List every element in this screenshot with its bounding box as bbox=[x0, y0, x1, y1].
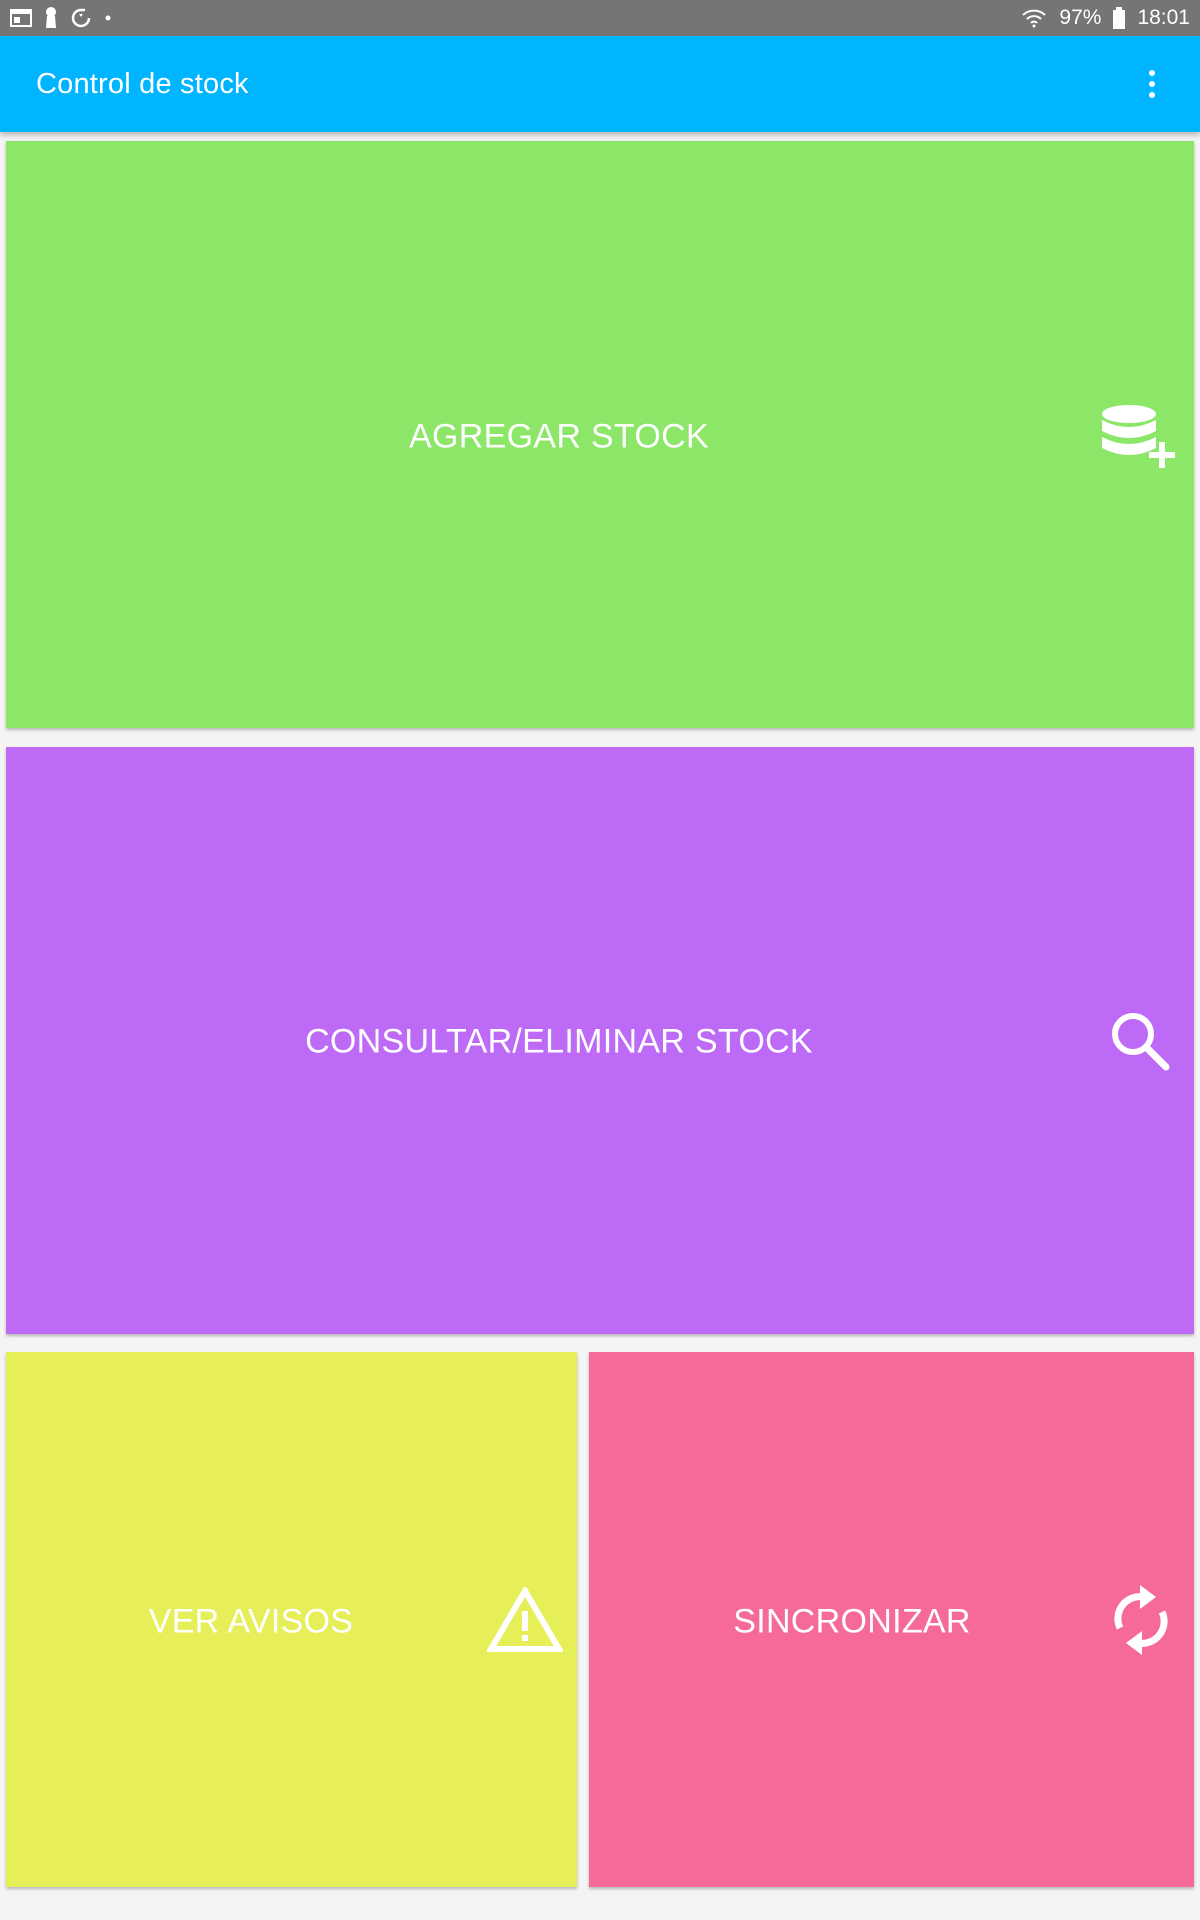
ver-avisos-label: VER AVISOS bbox=[148, 1602, 354, 1641]
sincronizar-label: SINCRONIZAR bbox=[733, 1602, 971, 1641]
status-right-icons: 97% 18:01 bbox=[1021, 6, 1190, 30]
clock: 18:01 bbox=[1137, 6, 1190, 29]
app-bar: Control de stock bbox=[0, 36, 1200, 132]
ver-avisos-button[interactable]: VER AVISOS bbox=[6, 1352, 577, 1887]
database-add-icon bbox=[1099, 404, 1179, 470]
battery-percent: 97% bbox=[1059, 6, 1102, 29]
consultar-eliminar-stock-button[interactable]: CONSULTAR/ELIMINAR STOCK bbox=[6, 747, 1194, 1334]
consultar-eliminar-stock-label: CONSULTAR/ELIMINAR STOCK bbox=[305, 1022, 813, 1061]
wifi-icon bbox=[1021, 8, 1047, 28]
agregar-stock-label: AGREGAR STOCK bbox=[409, 417, 709, 456]
notification-icon bbox=[44, 6, 58, 30]
sincronizar-button[interactable]: SINCRONIZAR bbox=[589, 1352, 1194, 1887]
status-bar: 97% 18:01 bbox=[0, 0, 1200, 36]
app-title: Control de stock bbox=[36, 67, 249, 100]
sync-icon bbox=[1110, 1583, 1172, 1657]
dot-icon bbox=[104, 14, 112, 22]
battery-icon bbox=[1113, 7, 1126, 29]
more-vert-icon[interactable] bbox=[1140, 64, 1164, 104]
warning-icon bbox=[487, 1587, 563, 1653]
calendar-icon bbox=[10, 8, 32, 28]
search-icon bbox=[1109, 1010, 1171, 1072]
agregar-stock-button[interactable]: AGREGAR STOCK bbox=[6, 141, 1194, 728]
sync-icon bbox=[70, 7, 92, 29]
status-left-icons bbox=[10, 6, 112, 30]
